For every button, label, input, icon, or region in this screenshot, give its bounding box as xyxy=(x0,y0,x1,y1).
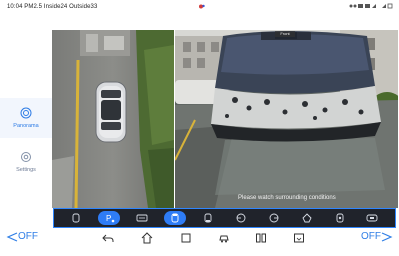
car-view-button[interactable] xyxy=(65,211,87,225)
signal-icon xyxy=(349,4,376,8)
camera-view-tag: Front xyxy=(275,31,295,37)
svg-text:P: P xyxy=(106,214,111,223)
screen-icon[interactable] xyxy=(293,232,305,244)
back-icon[interactable] xyxy=(102,232,114,244)
sidebar-item-label: Settings xyxy=(16,167,36,173)
gear-icon xyxy=(21,152,31,162)
parking-button[interactable]: P xyxy=(98,211,121,225)
radar-icon xyxy=(136,214,148,222)
panorama-icon xyxy=(20,107,32,119)
left-off-label: OFF xyxy=(18,231,38,242)
front-view-button[interactable] xyxy=(164,211,187,225)
warning-text: Please watch surrounding conditions xyxy=(238,195,336,201)
rear-view-button[interactable] xyxy=(296,211,318,225)
chevron-right-icon xyxy=(381,231,393,242)
wide-view-button[interactable] xyxy=(361,211,383,225)
app-indicator-icon xyxy=(199,4,205,9)
left-view-button[interactable] xyxy=(230,211,252,225)
right-view-icon xyxy=(269,213,279,223)
sidebar-item-label: Panorama xyxy=(13,123,39,129)
front-camera-view[interactable]: Front Please watch surrounding condition… xyxy=(175,30,398,208)
3d-view-icon xyxy=(336,213,344,223)
wide-view-icon xyxy=(367,214,378,222)
birdseye-image xyxy=(52,30,174,208)
car-settings-icon[interactable] xyxy=(218,232,230,244)
side-view-icon xyxy=(204,213,212,223)
status-info: 10:04 PM2.5 Inside24 Outside33 xyxy=(7,3,98,10)
recents-icon[interactable] xyxy=(180,232,192,244)
split-view-icon[interactable] xyxy=(255,232,267,244)
camera-toolbar: P xyxy=(53,208,396,228)
sidebar: Panorama Settings xyxy=(0,20,52,208)
right-view-button[interactable] xyxy=(263,211,285,225)
front-view-icon xyxy=(171,213,179,223)
right-off-button[interactable]: OFF xyxy=(361,231,393,242)
left-off-button[interactable]: OFF xyxy=(6,231,38,242)
car-view-icon xyxy=(72,213,80,223)
radar-button[interactable] xyxy=(131,211,153,225)
sidebar-item-panorama[interactable]: Panorama xyxy=(0,98,52,138)
home-icon[interactable] xyxy=(141,232,153,244)
parking-icon: P xyxy=(106,214,115,223)
front-camera-image xyxy=(175,30,398,208)
birdseye-camera-view[interactable] xyxy=(52,30,174,208)
status-indicators xyxy=(349,3,393,9)
battery-icon xyxy=(382,3,393,9)
rear-view-icon xyxy=(302,213,312,223)
3d-view-button[interactable] xyxy=(329,211,351,225)
right-off-label: OFF xyxy=(361,231,381,242)
side-view-button[interactable] xyxy=(197,211,219,225)
status-bar: 10:04 PM2.5 Inside24 Outside33 xyxy=(0,0,399,13)
navigation-bar: OFF OFF xyxy=(0,228,399,248)
sidebar-item-settings[interactable]: Settings xyxy=(0,142,52,182)
chevron-left-icon xyxy=(6,231,18,242)
left-view-icon xyxy=(236,213,246,223)
